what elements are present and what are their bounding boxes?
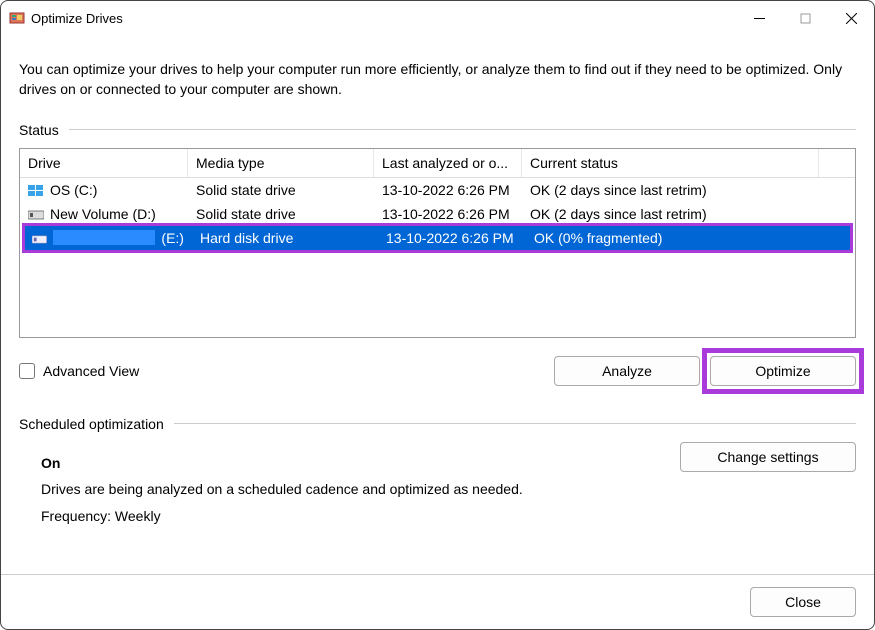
last-analyzed: 13-10-2022 6:26 PM [374, 206, 522, 222]
drive-suffix: (E:) [161, 230, 184, 246]
current-status: OK (2 days since last retrim) [522, 206, 855, 222]
scheduled-frequency: Frequency: Weekly [41, 503, 523, 530]
col-current-status[interactable]: Current status [522, 149, 819, 177]
col-drive[interactable]: Drive [20, 149, 188, 177]
maximize-button[interactable] [782, 1, 828, 35]
table-row[interactable]: OS (C:) Solid state drive 13-10-2022 6:2… [20, 178, 855, 202]
last-analyzed: 13-10-2022 6:26 PM [374, 182, 522, 198]
content-area: You can optimize your drives to help you… [1, 35, 874, 574]
hdd-drive-icon [32, 232, 47, 244]
minimize-button[interactable] [736, 1, 782, 35]
intro-text: You can optimize your drives to help you… [19, 59, 856, 100]
advanced-view-row: Advanced View Analyze Optimize [19, 356, 856, 386]
current-status: OK (0% fragmented) [526, 230, 851, 246]
current-status: OK (2 days since last retrim) [522, 182, 855, 198]
optimize-highlight: Optimize [710, 356, 856, 386]
table-row-selected[interactable]: (E:) Hard disk drive 13-10-2022 6:26 PM … [20, 226, 855, 250]
advanced-view-checkbox[interactable] [19, 363, 35, 379]
window-title: Optimize Drives [31, 11, 123, 26]
last-analyzed: 13-10-2022 6:26 PM [378, 230, 526, 246]
scheduled-description: Drives are being analyzed on a scheduled… [41, 476, 523, 503]
drive-name: New Volume (D:) [50, 206, 156, 222]
close-window-button[interactable] [828, 1, 874, 35]
scheduled-status: On [41, 450, 523, 477]
divider-line [174, 423, 856, 424]
analyze-button[interactable]: Analyze [554, 356, 700, 386]
status-label-text: Status [19, 122, 59, 138]
advanced-view-label[interactable]: Advanced View [43, 363, 139, 379]
hdd-drive-icon [28, 208, 44, 220]
window-controls [736, 1, 874, 35]
change-settings-button[interactable]: Change settings [680, 442, 856, 472]
media-type: Solid state drive [188, 206, 374, 222]
drive-name: OS (C:) [50, 182, 97, 198]
scheduled-section-label: Scheduled optimization [19, 416, 856, 432]
divider-line [69, 129, 856, 130]
drive-name-redacted [53, 230, 156, 245]
dialog-footer: Close [1, 574, 874, 629]
titlebar: Optimize Drives [1, 1, 874, 35]
table-row[interactable]: New Volume (D:) Solid state drive 13-10-… [20, 202, 855, 226]
media-type: Hard disk drive [192, 230, 378, 246]
col-spacer [819, 149, 855, 177]
drives-grid[interactable]: Drive Media type Last analyzed or o... C… [19, 148, 856, 338]
optimize-button[interactable]: Optimize [710, 356, 856, 386]
status-section-label: Status [19, 122, 856, 138]
grid-header: Drive Media type Last analyzed or o... C… [20, 149, 855, 178]
close-button[interactable]: Close [750, 587, 856, 617]
scheduled-label-text: Scheduled optimization [19, 416, 164, 432]
col-last-analyzed[interactable]: Last analyzed or o... [374, 149, 522, 177]
col-media-type[interactable]: Media type [188, 149, 374, 177]
optimize-drives-window: Optimize Drives You can optimize your dr… [0, 0, 875, 630]
media-type: Solid state drive [188, 182, 374, 198]
windows-drive-icon [28, 184, 44, 196]
app-icon [9, 10, 25, 26]
